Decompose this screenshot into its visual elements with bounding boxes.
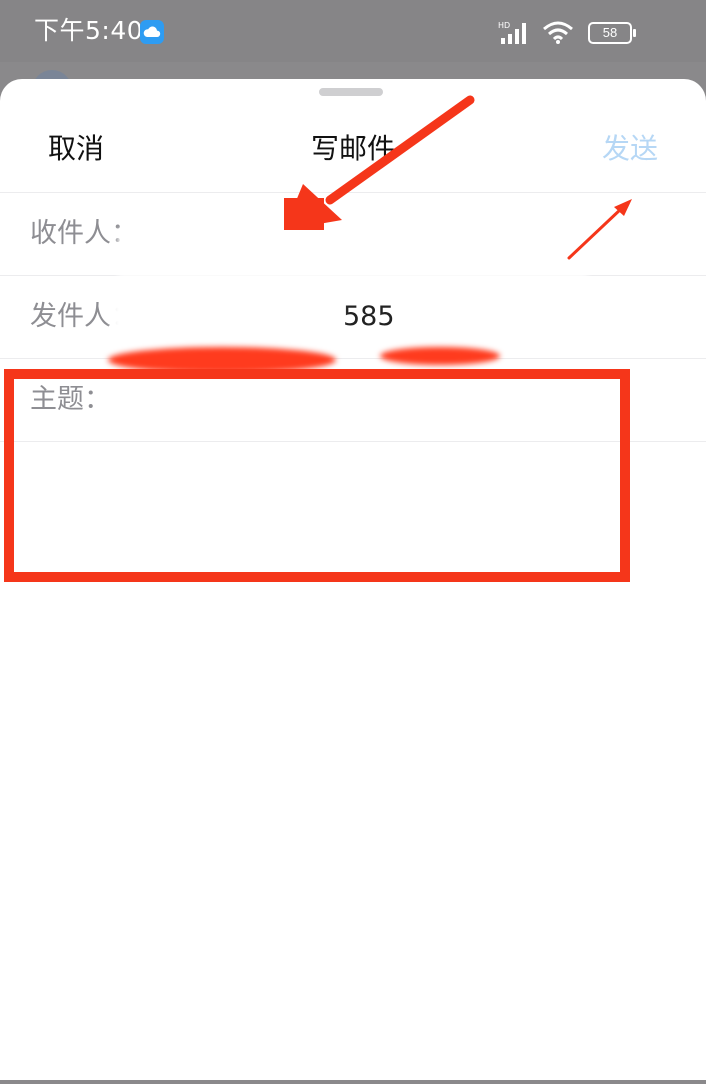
compose-header: 取消 写邮件 发送 — [0, 79, 706, 193]
status-bar: 下午5:40 HD 58 — [0, 0, 706, 62]
battery-level: 58 — [602, 25, 618, 40]
redaction — [398, 301, 506, 345]
redaction — [118, 229, 588, 277]
battery-icon: 58 — [588, 22, 636, 44]
wifi-icon — [543, 21, 573, 44]
signal-icon: HD — [498, 21, 526, 44]
annotation-highlight-box — [4, 369, 630, 582]
send-button[interactable]: 发送 — [602, 129, 658, 169]
network-tag: HD — [498, 21, 510, 30]
cloud-icon — [140, 20, 164, 44]
status-time: 下午5:40 — [34, 16, 144, 45]
redaction — [112, 301, 342, 345]
page-title: 写邮件 — [310, 132, 395, 165]
sender-row[interactable]: 发件人： 585 ...om> — [0, 276, 706, 359]
